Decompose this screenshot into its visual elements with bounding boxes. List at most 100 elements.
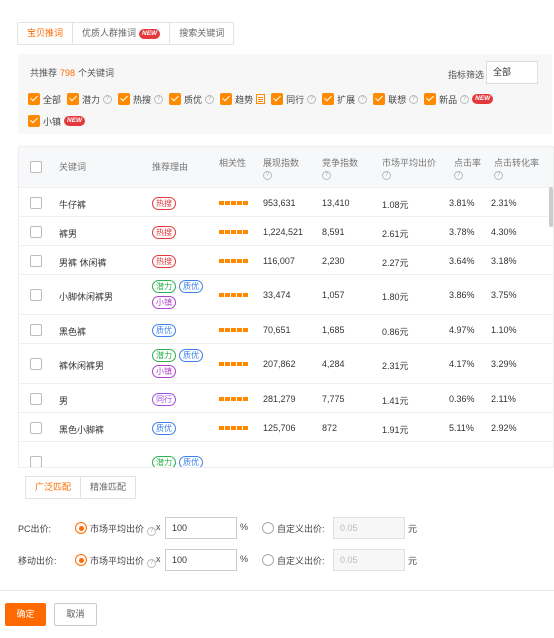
header-avg-bid-label: 市场平均出价 xyxy=(382,158,437,168)
row-checkbox[interactable] xyxy=(30,456,42,467)
currency-unit: 元 xyxy=(408,524,418,534)
avg-bid-cell: 1.08元 xyxy=(382,200,409,210)
tab-exact-match[interactable]: 精准匹配 xyxy=(81,477,135,498)
table-header: 关键词 推荐理由 相关性 展现指数? 竞争指数? 市场平均出价? 点击率? 点击… xyxy=(19,147,553,187)
trend-doc-icon[interactable] xyxy=(256,94,266,104)
reason-tag: 热搜 xyxy=(152,226,176,239)
row-checkbox[interactable] xyxy=(30,324,42,336)
mobile-percent-input[interactable]: 100 xyxy=(165,549,237,571)
reason-checkbox[interactable]: 小镇 NEW xyxy=(28,114,86,128)
row-checkbox[interactable] xyxy=(30,226,42,238)
table-row[interactable]: 裤休闲裤男 潜力 质优 小镇 207,862 4,284 2.31元 4.17% 3.29% xyxy=(19,343,553,383)
tab-crowd-recommend[interactable]: 优质人群推词 NEW xyxy=(73,23,171,44)
reason-tag: 热搜 xyxy=(152,197,176,210)
checkbox-checked-icon xyxy=(169,93,182,105)
help-icon[interactable]: ? xyxy=(205,94,215,104)
help-icon[interactable]: ? xyxy=(147,527,157,536)
checkbox-checked-icon xyxy=(28,115,40,127)
help-icon[interactable]: ? xyxy=(147,559,157,568)
table-row[interactable]: 男裤 休闲裤 热搜 116,007 2,230 2.27元 3.64% 3.18% xyxy=(19,245,553,274)
tab-label: 宝贝推词 xyxy=(27,28,64,38)
cvr-cell: 2.31% xyxy=(491,198,517,208)
select-all-checkbox[interactable] xyxy=(30,161,42,173)
header-ctr[interactable]: 点击率? xyxy=(454,157,481,180)
header-cvr[interactable]: 点击转化率? xyxy=(494,157,539,180)
table-row[interactable]: 小脚休闲裤男 潜力 质优 小镇 33,474 1,057 1.80元 3.86% 3.75% xyxy=(19,274,553,314)
ctr-cell: 3.81% xyxy=(449,198,475,208)
reason-checkbox[interactable]: 潜力? xyxy=(67,92,113,106)
competition-cell: 872 xyxy=(322,423,338,433)
relevance-block xyxy=(219,397,224,401)
checkbox-label: 全部 xyxy=(43,94,62,105)
reason-checkbox[interactable]: 新品? NEW xyxy=(424,92,494,106)
reason-checkbox[interactable]: 质优? xyxy=(169,92,215,106)
reason-checkbox[interactable]: 扩展? xyxy=(322,92,368,106)
table-row[interactable]: 男 同行 281,279 7,775 1.41元 0.36% 2.11% xyxy=(19,383,553,412)
row-checkbox[interactable] xyxy=(30,422,42,434)
row-checkbox[interactable] xyxy=(30,289,42,301)
mobile-market-radio[interactable] xyxy=(75,554,87,566)
help-icon[interactable]: ? xyxy=(454,171,463,180)
reason-tag: 小镇 xyxy=(152,296,176,309)
checkbox-checked-icon xyxy=(118,93,131,105)
row-checkbox[interactable] xyxy=(30,197,42,209)
reason-checkbox[interactable]: 趋势 xyxy=(220,92,266,106)
confirm-button[interactable]: 确定 xyxy=(5,603,46,626)
help-icon[interactable]: ? xyxy=(494,171,503,180)
help-icon[interactable]: ? xyxy=(263,171,272,180)
row-checkbox[interactable] xyxy=(30,255,42,267)
header-competition[interactable]: 竞争指数? xyxy=(322,157,358,180)
checkbox-label: 小镇 xyxy=(43,116,62,127)
reason-checkbox[interactable]: 全部 xyxy=(28,92,61,106)
ctr-cell: 5.11% xyxy=(449,423,474,433)
competition-cell: 8,591 xyxy=(322,227,345,237)
footer-divider xyxy=(0,590,554,591)
metric-filter-select[interactable]: 全部 xyxy=(486,61,538,84)
table-row[interactable]: 黑色裤 质优 70,651 1,685 0.86元 4.97% 1.10% xyxy=(19,314,553,343)
table-scrollbar[interactable] xyxy=(549,187,553,227)
mobile-bid-label: 移动出价: xyxy=(18,556,57,566)
tab-broad-match[interactable]: 广泛匹配 xyxy=(26,477,82,498)
count-prefix: 共推荐 xyxy=(30,68,58,78)
pc-custom-input[interactable]: 0.05 xyxy=(333,517,405,539)
help-icon[interactable]: ? xyxy=(358,94,368,104)
tab-item-recommend[interactable]: 宝贝推词 xyxy=(18,23,74,44)
pc-market-radio[interactable] xyxy=(75,522,87,534)
header-reason: 推荐理由 xyxy=(152,162,189,172)
checkbox-checked-icon xyxy=(67,93,80,105)
tab-search-keyword[interactable]: 搜索关键词 xyxy=(170,23,233,44)
pc-custom-radio[interactable] xyxy=(262,522,274,534)
pc-percent-input[interactable]: 100 xyxy=(165,517,237,539)
checkbox-label: 热搜 xyxy=(133,94,152,105)
relevance-block xyxy=(231,362,236,366)
help-icon[interactable]: ? xyxy=(409,94,419,104)
table-row[interactable]: 裤男 热搜 1,224,521 8,591 2.61元 3.78% 4.30% xyxy=(19,216,553,245)
mobile-custom-input[interactable]: 0.05 xyxy=(333,549,405,571)
reason-tag: 质优 xyxy=(152,324,176,337)
help-icon[interactable]: ? xyxy=(103,94,113,104)
reason-checkbox[interactable]: 同行? xyxy=(271,92,317,106)
table-row[interactable]: 黑色小脚裤 质优 125,706 872 1.91元 5.11% 2.92% xyxy=(19,412,553,441)
help-icon[interactable]: ? xyxy=(154,94,164,104)
header-relevance[interactable]: 相关性 xyxy=(219,157,246,169)
relevance-bar xyxy=(219,397,248,401)
header-impressions[interactable]: 展现指数? xyxy=(263,157,299,180)
row-checkbox[interactable] xyxy=(30,393,42,405)
help-icon[interactable]: ? xyxy=(307,94,317,104)
cancel-button[interactable]: 取消 xyxy=(54,603,97,626)
keyword-table: 关键词 推荐理由 相关性 展现指数? 竞争指数? 市场平均出价? 点击率? 点击… xyxy=(18,146,554,468)
table-row[interactable]: 牛仔裤 热搜 953,631 13,410 1.08元 3.81% 2.31% xyxy=(19,187,553,216)
reason-checkbox[interactable]: 联想? xyxy=(373,92,419,106)
help-icon[interactable]: ? xyxy=(322,171,331,180)
help-icon[interactable]: ? xyxy=(460,94,470,104)
ctr-cell: 3.64% xyxy=(449,256,475,266)
header-avg-bid[interactable]: 市场平均出价? xyxy=(382,157,436,180)
table-row[interactable]: 潜力 质优 xyxy=(19,441,553,467)
count-number: 798 xyxy=(60,68,76,78)
help-icon[interactable]: ? xyxy=(382,171,391,180)
mobile-custom-radio[interactable] xyxy=(262,554,274,566)
header-cvr-label: 点击转化率 xyxy=(494,158,540,168)
reason-checkbox[interactable]: 热搜? xyxy=(118,92,164,106)
reason-tags: 潜力 质优 小镇 xyxy=(152,280,212,309)
row-checkbox[interactable] xyxy=(30,358,42,370)
